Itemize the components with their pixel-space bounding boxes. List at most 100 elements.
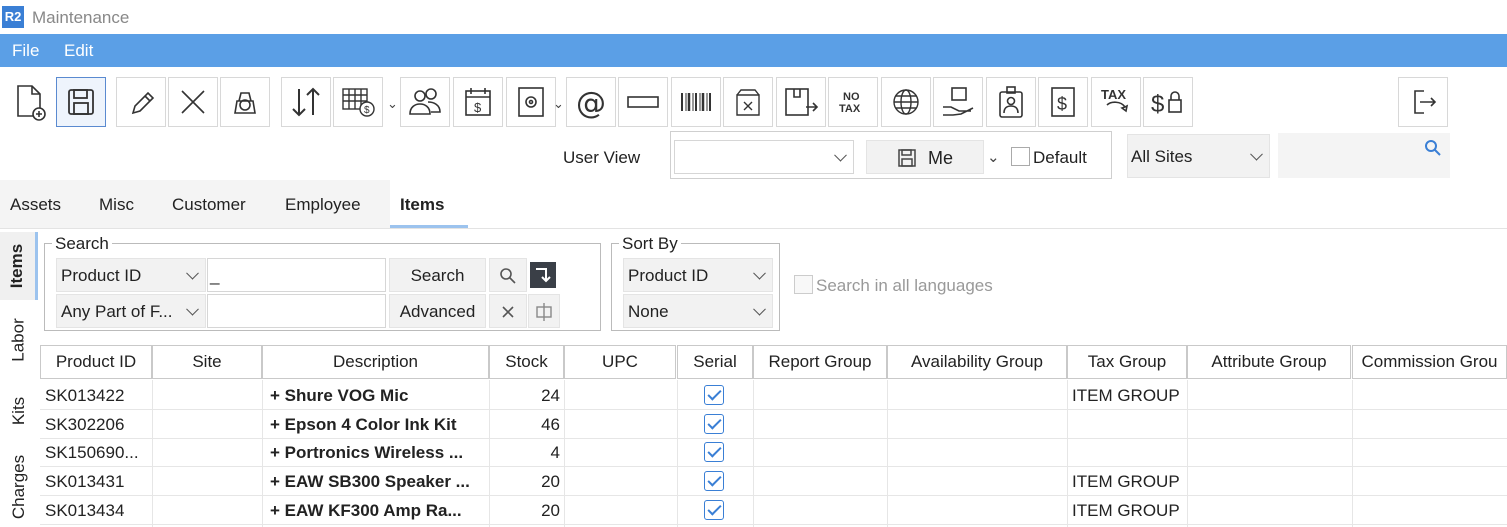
- sort-second-select[interactable]: None: [623, 294, 773, 328]
- column-header-commission-grou[interactable]: Commission Grou: [1352, 345, 1507, 379]
- menu-file[interactable]: File: [12, 41, 39, 61]
- settings-dropdown-icon[interactable]: ⌄: [553, 96, 564, 112]
- search-input-2[interactable]: [207, 294, 386, 328]
- side-tab-labor[interactable]: Labor: [0, 305, 38, 375]
- cell-stock: 46: [541, 414, 560, 434]
- cell-description: + EAW KF300 Amp Ra...: [270, 500, 462, 520]
- search-all-languages-checkbox[interactable]: [794, 275, 813, 294]
- new-document-button[interactable]: [4, 77, 54, 127]
- column-header-tax-group[interactable]: Tax Group: [1067, 345, 1187, 379]
- turn-arrow-icon: [536, 268, 551, 283]
- price-grid-dropdown-icon[interactable]: ⌄: [387, 96, 398, 112]
- search-input-value: _: [210, 266, 220, 285]
- me-button[interactable]: Me: [866, 140, 984, 174]
- email-button[interactable]: @: [566, 77, 616, 127]
- search-icon[interactable]: [1424, 139, 1442, 157]
- side-tab-items[interactable]: Items: [0, 232, 38, 300]
- sites-select[interactable]: All Sites: [1127, 134, 1270, 178]
- column-header-report-group[interactable]: Report Group: [753, 345, 887, 379]
- save-button[interactable]: [56, 77, 106, 127]
- edit-button[interactable]: [116, 77, 166, 127]
- box-delete-icon: [736, 89, 760, 116]
- tab-misc[interactable]: Misc: [99, 195, 134, 215]
- price-grid-button[interactable]: $: [333, 77, 383, 127]
- cell-site: [157, 410, 263, 439]
- cell-upc: [570, 496, 678, 525]
- column-header-site[interactable]: Site: [152, 345, 262, 379]
- globe-button[interactable]: [881, 77, 931, 127]
- column-header-upc[interactable]: UPC: [564, 345, 676, 379]
- users-button[interactable]: [400, 77, 450, 127]
- price-grid-icon: $: [342, 88, 375, 117]
- search-field-select[interactable]: Product ID: [56, 258, 206, 292]
- default-checkbox[interactable]: [1011, 147, 1030, 166]
- menu-bar: File Edit: [0, 34, 1507, 67]
- column-header-product-id[interactable]: Product ID: [40, 345, 152, 379]
- tab-assets[interactable]: Assets: [10, 195, 61, 215]
- table-row[interactable]: SK150690... + Portronics Wireless ... 4: [40, 438, 1507, 468]
- tax-button[interactable]: TAX: [1091, 77, 1141, 127]
- match-value: Any Part of F...: [61, 302, 173, 321]
- app-logo: R2: [2, 6, 24, 28]
- rectangle-button[interactable]: [618, 77, 668, 127]
- cell-product-id: SK150690...: [45, 443, 139, 463]
- svg-text:TAX: TAX: [1101, 87, 1126, 102]
- sort-first-select[interactable]: Product ID: [623, 258, 773, 292]
- me-label: Me: [928, 148, 954, 168]
- side-tab-kits[interactable]: Kits: [0, 382, 38, 440]
- sort-button[interactable]: [281, 77, 331, 127]
- search-input[interactable]: _: [207, 258, 386, 292]
- user-view-select[interactable]: [674, 140, 854, 174]
- no-tax-button[interactable]: NO TAX: [828, 77, 878, 127]
- side-tab-charges[interactable]: Charges: [0, 447, 38, 527]
- cell-site: [157, 381, 263, 410]
- tab-items[interactable]: Items: [400, 195, 444, 215]
- refresh-arrow-button[interactable]: [530, 262, 556, 288]
- match-select[interactable]: Any Part of F...: [56, 294, 206, 328]
- dollar-lock-button[interactable]: $: [1143, 77, 1193, 127]
- table-row[interactable]: SK013434 + EAW KF300 Amp Ra... 20 ITEM GROU…: [40, 496, 1507, 525]
- tab-customer[interactable]: Customer: [172, 195, 246, 215]
- serial-checkbox[interactable]: [704, 442, 724, 463]
- cell-stock: 20: [541, 472, 560, 492]
- split-view-button[interactable]: [528, 294, 560, 328]
- table-row[interactable]: SK013431 + EAW SB300 Speaker ... 20 ITEM GR…: [40, 467, 1507, 497]
- table-row[interactable]: SK013422 + Shure VOG Mic 24 ITEM GROUP: [40, 381, 1507, 410]
- cell-stock: 4: [550, 443, 560, 463]
- badge-button[interactable]: [986, 77, 1036, 127]
- search-magnifier-button[interactable]: [489, 258, 527, 292]
- serial-checkbox[interactable]: [704, 471, 724, 492]
- export-box-icon: [785, 88, 819, 116]
- box-delete-button[interactable]: [723, 77, 773, 127]
- serial-checkbox[interactable]: [704, 385, 724, 405]
- table-row[interactable]: SK302206 + Epson 4 Color Ink Kit 46: [40, 410, 1507, 439]
- me-dropdown-icon[interactable]: ⌄: [987, 148, 1000, 166]
- column-header-serial[interactable]: Serial: [677, 345, 753, 379]
- exit-button[interactable]: [1398, 77, 1448, 127]
- clear-button[interactable]: [489, 294, 527, 328]
- column-header-stock[interactable]: Stock: [489, 345, 564, 379]
- chevron-down-icon: [753, 266, 766, 280]
- column-header-attribute-group[interactable]: Attribute Group: [1187, 345, 1351, 379]
- column-header-availability-group[interactable]: Availability Group: [887, 345, 1067, 379]
- serial-checkbox[interactable]: [704, 499, 724, 520]
- settings-button[interactable]: [506, 77, 556, 127]
- dollar-button[interactable]: $: [1038, 77, 1088, 127]
- cell-description: + EAW SB300 Speaker ...: [270, 472, 470, 492]
- search-button[interactable]: Search: [389, 258, 486, 292]
- column-header-description[interactable]: Description: [262, 345, 489, 379]
- menu-edit[interactable]: Edit: [64, 41, 93, 61]
- delete-button[interactable]: [168, 77, 218, 127]
- hand-box-button[interactable]: [933, 77, 983, 127]
- barcode-button[interactable]: [671, 77, 721, 127]
- scale-button[interactable]: [220, 77, 270, 127]
- advanced-button[interactable]: Advanced: [389, 294, 486, 328]
- export-box-button[interactable]: [776, 77, 826, 127]
- email-icon: @: [576, 86, 606, 121]
- globe-icon: [893, 89, 919, 115]
- cell-description: + Portronics Wireless ...: [270, 443, 464, 463]
- global-search-input[interactable]: [1278, 133, 1450, 178]
- calendar-price-button[interactable]: $: [453, 77, 503, 127]
- tab-employee[interactable]: Employee: [285, 195, 361, 215]
- serial-checkbox[interactable]: [704, 413, 724, 434]
